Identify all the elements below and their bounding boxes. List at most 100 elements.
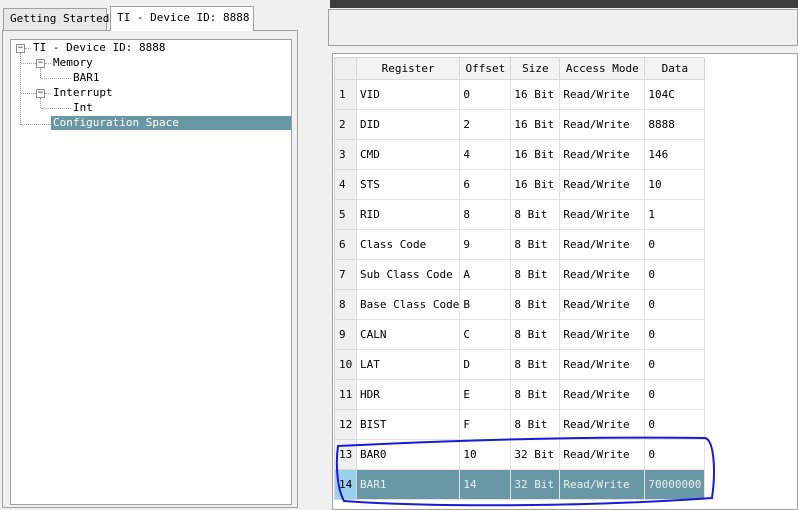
table-row[interactable]: 4 STS 6 16 Bit Read/Write 10 <box>334 169 706 200</box>
size-cell[interactable]: 8 Bit <box>510 229 561 260</box>
column-header-data[interactable]: Data <box>644 57 706 80</box>
row-number-cell[interactable]: 14 <box>334 469 357 500</box>
size-cell[interactable]: 8 Bit <box>510 259 561 290</box>
access-mode-cell[interactable]: Read/Write <box>559 379 646 410</box>
data-cell[interactable]: 70000000 <box>644 469 706 500</box>
data-cell[interactable]: 0 <box>644 289 706 320</box>
offset-cell[interactable]: C <box>459 319 512 350</box>
table-row[interactable]: 11 HDR E 8 Bit Read/Write 0 <box>334 379 706 410</box>
offset-cell[interactable]: 8 <box>459 199 512 230</box>
row-number-cell[interactable]: 5 <box>334 199 357 230</box>
access-mode-cell[interactable]: Read/Write <box>559 289 646 320</box>
access-mode-cell[interactable]: Read/Write <box>559 439 646 470</box>
offset-cell[interactable]: F <box>459 409 512 440</box>
offset-cell[interactable]: 0 <box>459 79 512 110</box>
register-cell[interactable]: VID <box>355 79 461 110</box>
tree-node-root[interactable]: TI - Device ID: 8888 <box>33 41 165 55</box>
size-cell[interactable]: 16 Bit <box>510 79 561 110</box>
data-cell[interactable]: 0 <box>644 259 706 290</box>
size-cell[interactable]: 32 Bit <box>510 439 561 470</box>
table-row[interactable]: 6 Class Code 9 8 Bit Read/Write 0 <box>334 229 706 260</box>
register-cell[interactable]: CALN <box>355 319 461 350</box>
register-cell[interactable]: RID <box>355 199 461 230</box>
register-grid[interactable]: Register Offset Size Access Mode Data 1V… <box>334 57 706 500</box>
register-cell[interactable]: BAR1 <box>355 469 461 500</box>
row-number-cell[interactable]: 12 <box>334 409 357 440</box>
data-cell[interactable]: 0 <box>644 319 706 350</box>
data-cell[interactable]: 104C <box>644 79 706 110</box>
data-cell[interactable]: 8888 <box>644 109 706 140</box>
offset-cell[interactable]: 10 <box>459 439 512 470</box>
table-row[interactable]: 9 CALN C 8 Bit Read/Write 0 <box>334 319 706 350</box>
tree-node-memory[interactable]: Memory <box>53 56 93 70</box>
data-cell[interactable]: 10 <box>644 169 706 200</box>
size-cell[interactable]: 8 Bit <box>510 289 561 320</box>
access-mode-cell[interactable]: Read/Write <box>559 199 646 230</box>
table-row[interactable]: 10 LAT D 8 Bit Read/Write 0 <box>334 349 706 380</box>
register-cell[interactable]: STS <box>355 169 461 200</box>
access-mode-cell[interactable]: Read/Write <box>559 229 646 260</box>
data-cell[interactable]: 0 <box>644 229 706 260</box>
offset-cell[interactable]: B <box>459 289 512 320</box>
offset-cell[interactable]: 4 <box>459 139 512 170</box>
offset-cell[interactable]: 14 <box>459 469 512 500</box>
size-cell[interactable]: 16 Bit <box>510 169 561 200</box>
row-number-cell[interactable]: 13 <box>334 439 357 470</box>
access-mode-cell[interactable]: Read/Write <box>559 409 646 440</box>
access-mode-cell[interactable]: Read/Write <box>559 139 646 170</box>
table-row[interactable]: 2 DID 2 16 Bit Read/Write 8888 <box>334 109 706 140</box>
register-cell[interactable]: Sub Class Code <box>355 259 461 290</box>
tree-node-interrupt[interactable]: Interrupt <box>53 86 113 100</box>
row-number-cell[interactable]: 7 <box>334 259 357 290</box>
collapse-interrupt-icon[interactable]: − <box>36 89 45 98</box>
table-row[interactable]: 5 RID 8 8 Bit Read/Write 1 <box>334 199 706 230</box>
size-cell[interactable]: 8 Bit <box>510 409 561 440</box>
table-row[interactable]: 1 VID 0 16 Bit Read/Write 104C <box>334 79 706 110</box>
register-cell[interactable]: HDR <box>355 379 461 410</box>
column-header-offset[interactable]: Offset <box>459 57 512 80</box>
size-cell[interactable]: 32 Bit <box>510 469 561 500</box>
register-cell[interactable]: CMD <box>355 139 461 170</box>
size-cell[interactable]: 16 Bit <box>510 109 561 140</box>
tab-device[interactable]: TI - Device ID: 8888 <box>110 6 254 31</box>
size-cell[interactable]: 8 Bit <box>510 379 561 410</box>
access-mode-cell[interactable]: Read/Write <box>559 109 646 140</box>
device-tree[interactable]: − TI - Device ID: 8888 − Memory BAR1 − I… <box>10 39 292 505</box>
register-cell[interactable]: DID <box>355 109 461 140</box>
access-mode-cell[interactable]: Read/Write <box>559 259 646 290</box>
offset-cell[interactable]: 9 <box>459 229 512 260</box>
offset-cell[interactable]: 6 <box>459 169 512 200</box>
data-cell[interactable]: 0 <box>644 439 706 470</box>
register-cell[interactable]: BIST <box>355 409 461 440</box>
table-row[interactable]: 12 BIST F 8 Bit Read/Write 0 <box>334 409 706 440</box>
table-row[interactable]: 13 BAR0 10 32 Bit Read/Write 0 <box>334 439 706 470</box>
row-number-cell[interactable]: 4 <box>334 169 357 200</box>
row-number-cell[interactable]: 9 <box>334 319 357 350</box>
register-cell[interactable]: LAT <box>355 349 461 380</box>
register-cell[interactable]: Class Code <box>355 229 461 260</box>
tab-getting-started[interactable]: Getting Started <box>3 8 109 30</box>
offset-cell[interactable]: D <box>459 349 512 380</box>
table-row[interactable]: 3 CMD 4 16 Bit Read/Write 146 <box>334 139 706 170</box>
access-mode-cell[interactable]: Read/Write <box>559 349 646 380</box>
table-row[interactable]: 14 BAR1 14 32 Bit Read/Write 70000000 <box>334 469 706 500</box>
row-number-cell[interactable]: 1 <box>334 79 357 110</box>
tree-node-int[interactable]: Int <box>73 101 93 115</box>
row-number-cell[interactable]: 2 <box>334 109 357 140</box>
data-cell[interactable]: 1 <box>644 199 706 230</box>
collapse-memory-icon[interactable]: − <box>36 59 45 68</box>
access-mode-cell[interactable]: Read/Write <box>559 469 646 500</box>
row-number-cell[interactable]: 10 <box>334 349 357 380</box>
offset-cell[interactable]: 2 <box>459 109 512 140</box>
access-mode-cell[interactable]: Read/Write <box>559 169 646 200</box>
table-row[interactable]: 8 Base Class Code B 8 Bit Read/Write 0 <box>334 289 706 320</box>
column-header-size[interactable]: Size <box>510 57 561 80</box>
tree-node-configuration-space[interactable]: Configuration Space <box>51 116 291 130</box>
register-cell[interactable]: BAR0 <box>355 439 461 470</box>
collapse-root-icon[interactable]: − <box>16 44 25 53</box>
offset-cell[interactable]: E <box>459 379 512 410</box>
row-number-cell[interactable]: 6 <box>334 229 357 260</box>
size-cell[interactable]: 16 Bit <box>510 139 561 170</box>
tree-node-bar1[interactable]: BAR1 <box>73 71 100 85</box>
size-cell[interactable]: 8 Bit <box>510 199 561 230</box>
